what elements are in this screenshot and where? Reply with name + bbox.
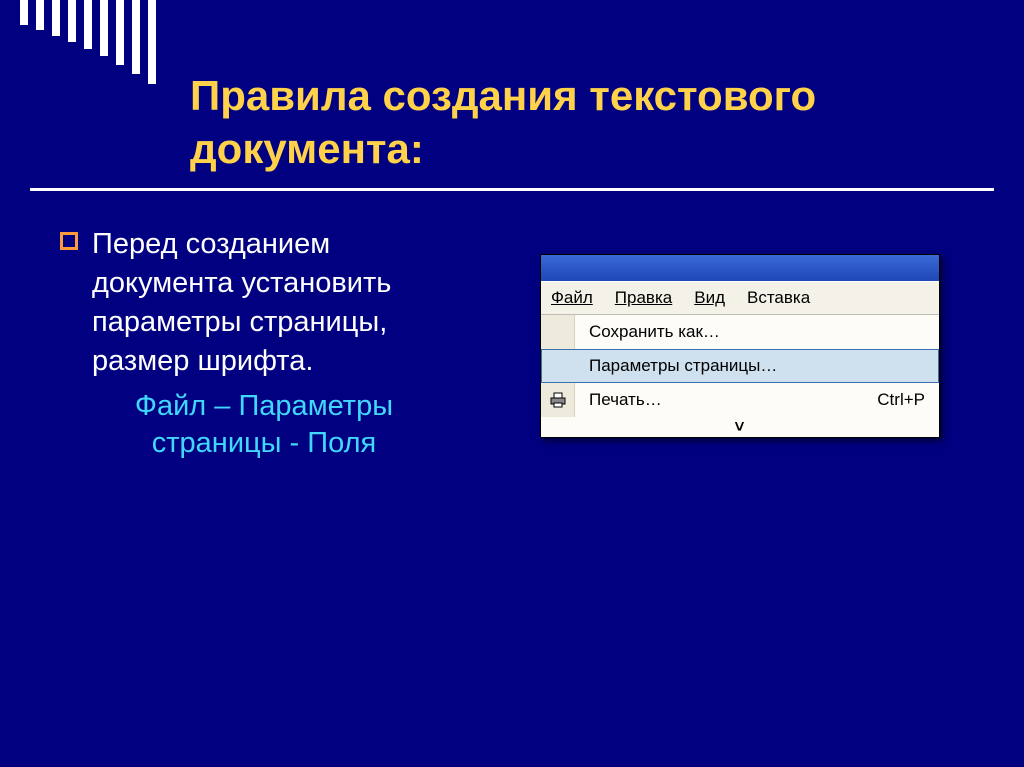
menu-view[interactable]: Вид [694, 288, 725, 308]
menu-more-chevron-icon[interactable]: ˅ [541, 417, 939, 437]
word-menu-screenshot: Файл Правка Вид Вставка Сохранить как… П… [540, 254, 940, 438]
menu-item-accelerator: Ctrl+P [877, 390, 925, 410]
bullet-text: Перед созданием документа установить пар… [92, 225, 470, 382]
menu-item-saveas[interactable]: Сохранить как… [541, 315, 939, 349]
menu-gutter [541, 349, 575, 383]
menu-item-label: Сохранить как… [575, 322, 925, 342]
bullet-item: Перед созданием документа установить пар… [60, 225, 470, 382]
menu-bar: Файл Правка Вид Вставка [541, 281, 939, 315]
menu-item-pagesetup[interactable]: Параметры страницы… [541, 349, 939, 383]
window-titlebar [541, 255, 939, 281]
file-dropdown: Сохранить как… Параметры страницы… Печат… [541, 315, 939, 437]
menu-item-label: Печать… [575, 390, 877, 410]
body-text-column: Перед созданием документа установить пар… [60, 225, 470, 463]
slide-title: Правила создания текстового документа: [190, 70, 964, 175]
decoration-comb [20, 0, 156, 84]
bullet-marker-icon [60, 232, 78, 250]
menu-file[interactable]: Файл [551, 288, 593, 308]
menu-insert[interactable]: Вставка [747, 288, 810, 308]
menu-item-print[interactable]: Печать… Ctrl+P [541, 383, 939, 417]
menu-item-label: Параметры страницы… [575, 356, 925, 376]
menu-edit[interactable]: Правка [615, 288, 672, 308]
title-underline [30, 188, 994, 191]
menu-gutter [541, 315, 575, 349]
printer-icon [541, 383, 575, 417]
menu-path-text: Файл – Параметры страницы - Поля [94, 388, 434, 463]
